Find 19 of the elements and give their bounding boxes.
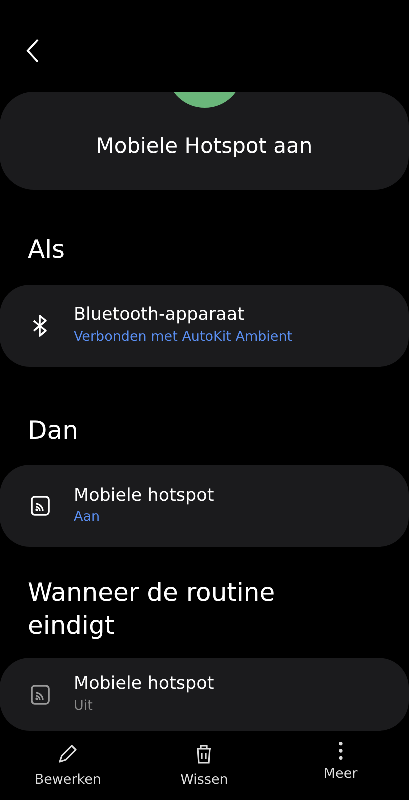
item-status: Uit	[74, 696, 94, 716]
hotspot-icon	[28, 493, 52, 519]
condition-card[interactable]: Mobiele hotspot Uit	[0, 658, 409, 731]
action-button[interactable]: Bewerken	[13, 742, 124, 790]
more-icon	[338, 742, 343, 760]
routine-title: Mobiele Hotspot aan	[96, 133, 313, 160]
item-title: Bluetooth-apparaat	[74, 304, 246, 327]
condition-card[interactable]: Bluetooth-apparaat Verbonden met AutoKit Ambient	[0, 284, 409, 366]
item-status: Aan	[74, 508, 102, 528]
back-button[interactable]	[26, 38, 40, 64]
action-button[interactable]: Meer	[286, 742, 396, 790]
item-status: Verbonden met AutoKit Ambient	[74, 328, 293, 347]
condition-card[interactable]: Mobiele hotspot Aan	[0, 465, 409, 547]
section-heading: Wanneer de routine eindigt	[27, 577, 276, 642]
section-heading: Als	[27, 234, 66, 266]
item-title: Mobiele hotspot	[74, 484, 214, 508]
item-title: Mobiele hotspot	[74, 673, 214, 696]
section-heading: Dan	[27, 414, 80, 446]
action-button[interactable]: Wissen	[149, 742, 260, 790]
